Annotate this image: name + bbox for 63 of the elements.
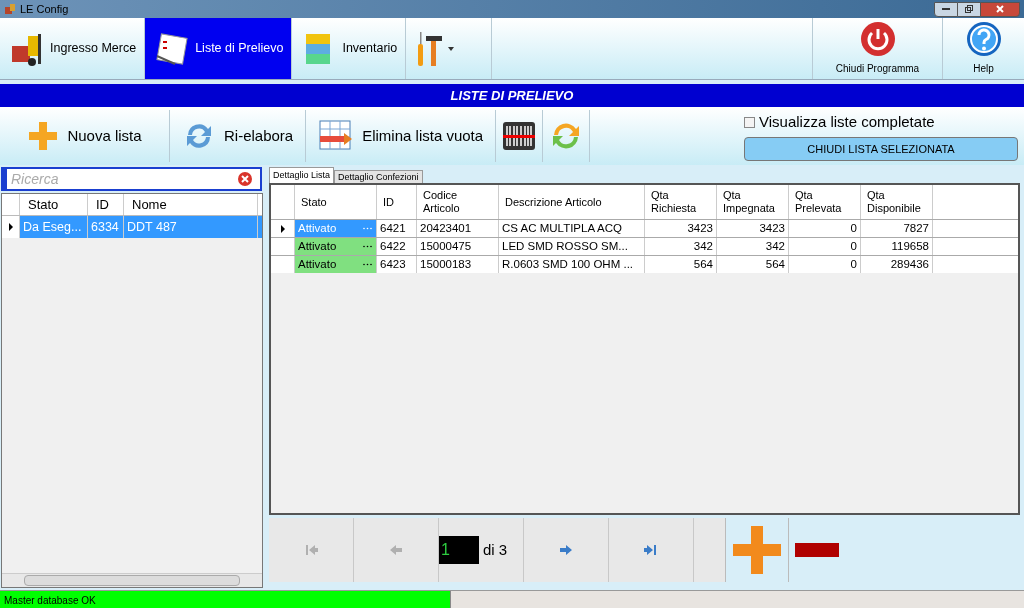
table-cell: DDT 487 xyxy=(124,216,258,238)
help-button[interactable]: Help xyxy=(942,18,1024,79)
page-count: di 3 xyxy=(483,539,508,560)
minimize-button[interactable] xyxy=(934,1,958,17)
table-cell: 6423 xyxy=(377,256,417,273)
search-field[interactable]: Ricerca xyxy=(1,167,262,191)
caret-icon xyxy=(448,46,455,51)
detail-row[interactable]: Attivato 6421 20423401 CS AC MULTIPLA ACQ 3423 3423 0 7827 xyxy=(271,219,1018,237)
status-text: Attivato xyxy=(298,220,337,236)
skip-arrow-icon xyxy=(303,542,319,558)
module-tab[interactable]: Ingresso Merce xyxy=(0,18,146,79)
section-header: LISTE DI PRELIEVO xyxy=(0,84,1024,107)
table-cell: Da Eseg... xyxy=(20,216,88,238)
show-completed-checkbox[interactable]: Visualizza liste completate xyxy=(744,111,1018,134)
table-cell: 6334 xyxy=(88,216,124,238)
page-field[interactable]: 1 xyxy=(439,536,479,564)
maximize-button[interactable] xyxy=(958,1,980,17)
table-cell: 15000183 xyxy=(417,256,499,273)
table-cell: R.0603 SMD 100 OHM ... xyxy=(499,256,645,273)
minus-icon xyxy=(795,543,839,557)
toolbar-button[interactable]: Nuova lista xyxy=(0,110,170,162)
barcode-icon xyxy=(501,120,538,152)
window-title: LE Config xyxy=(20,1,69,17)
toolbar-button[interactable]: Ri-elabora xyxy=(170,110,307,162)
close-icon xyxy=(996,5,1004,13)
table-cell: 289436 xyxy=(861,256,933,273)
column-header: Nome xyxy=(124,194,258,215)
column-header: ID xyxy=(88,194,124,215)
table-cell: 564 xyxy=(717,256,789,273)
plus-icon xyxy=(731,524,783,576)
row-pointer-icon xyxy=(280,224,285,233)
table-cell: 0 xyxy=(789,256,861,273)
app-icon xyxy=(4,3,16,15)
restore-icon xyxy=(965,5,973,13)
help-icon xyxy=(965,21,1002,57)
ellipsis-icon xyxy=(363,245,372,248)
clear-icon[interactable] xyxy=(238,172,252,186)
status-text: Master database OK xyxy=(4,594,96,608)
ellipsis-icon xyxy=(363,227,372,230)
row-pointer-icon xyxy=(8,223,13,231)
plus-icon xyxy=(27,120,60,152)
toolbar-button[interactable]: Elimina lista vuota xyxy=(306,110,497,162)
minimize-icon xyxy=(942,7,950,11)
status-text: Attivato xyxy=(298,238,337,254)
detail-row[interactable]: Attivato 6423 15000183 R.0603 SMD 100 OHM ... 564 564 0 289436 xyxy=(271,255,1018,273)
skip-arrow-icon xyxy=(643,542,659,558)
ellipsis-icon xyxy=(363,263,372,266)
module-tab[interactable]: Inventario xyxy=(292,18,407,79)
module-tab[interactable]: Liste di Prelievo xyxy=(145,18,293,79)
horizontal-scrollbar[interactable] xyxy=(2,573,262,587)
arrow-icon xyxy=(558,542,574,558)
search-input[interactable]: Ricerca xyxy=(11,168,230,190)
arrow-icon xyxy=(388,542,404,558)
close-list-button[interactable]: CHIUDI LISTA SELEZIONATA xyxy=(744,136,1018,161)
power-icon xyxy=(859,21,896,57)
close-button[interactable] xyxy=(980,1,1020,17)
status-text: Attivato xyxy=(298,256,337,272)
column-header: Stato xyxy=(20,194,88,215)
exit-button[interactable]: Chiudi Programma xyxy=(812,18,942,79)
table-cell: 564 xyxy=(645,256,717,273)
detail-tab[interactable]: Dettaglio Lista xyxy=(269,167,335,183)
detail-row[interactable]: Attivato 6422 15000475 LED SMD ROSSO SM... 342 342 0 119658 xyxy=(271,237,1018,255)
detail-tab[interactable]: Dettaglio Confezioni xyxy=(334,170,423,183)
